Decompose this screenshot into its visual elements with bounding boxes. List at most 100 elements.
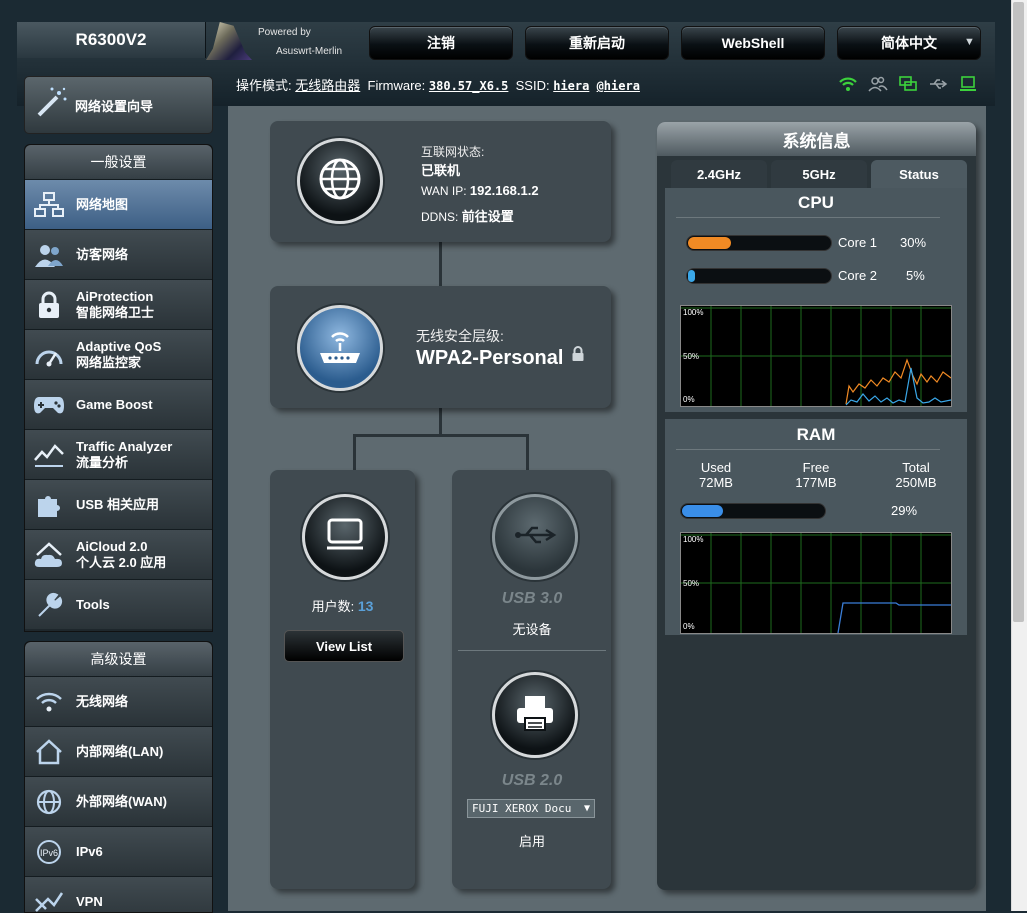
router-button[interactable] [297, 305, 383, 391]
logout-button[interactable]: 注销 [369, 26, 513, 60]
tab-5ghz[interactable]: 5GHz [771, 160, 867, 188]
cpu-usage-graph: 100% 50% 0% [680, 305, 952, 407]
general-settings-menu: 一般设置 网络地图 访客网络 AiProtection智能网络卫士 Adapti… [24, 144, 213, 632]
sidebar-item-guest-network[interactable]: 访客网络 [25, 229, 212, 279]
tab-2-4ghz[interactable]: 2.4GHz [671, 160, 767, 188]
sidebar-item-game-boost[interactable]: Game Boost [25, 379, 212, 429]
connector-line [526, 434, 529, 470]
sidebar-item-ipv6[interactable]: IPv6 IPv6 [25, 826, 212, 876]
wifi-icon [33, 686, 65, 718]
ddns-link[interactable]: 前往设置 [462, 209, 514, 224]
sidebar-item-tools[interactable]: Tools [25, 579, 212, 629]
sidebar-item-label: AiProtection智能网络卫士 [76, 289, 154, 321]
router-icon [315, 323, 365, 374]
graph-label-50: 50% [683, 352, 699, 361]
usb2-button[interactable] [492, 672, 578, 758]
usb2-title: USB 2.0 [452, 772, 612, 790]
clients-button[interactable] [302, 494, 388, 580]
firmware-brand: Asuswrt-Merlin [276, 46, 342, 57]
sidebar-item-traffic-analyzer[interactable]: Traffic Analyzer流量分析 [25, 429, 212, 479]
ssid-label: SSID: [516, 78, 550, 93]
webshell-button[interactable]: WebShell [681, 26, 825, 60]
network-setup-wizard[interactable]: 网络设置向导 [24, 76, 213, 134]
ssid-link-2[interactable]: @hiera [597, 79, 640, 93]
view-list-button[interactable]: View List [284, 630, 404, 662]
graph-label-50: 50% [683, 579, 699, 588]
sidebar-item-usb-apps[interactable]: USB 相关应用 [25, 479, 212, 529]
ram-bar [680, 503, 826, 519]
language-label: 简体中文 [881, 33, 937, 53]
ram-used-value: 72MB [676, 475, 756, 490]
sidebar-item-lan[interactable]: 内部网络(LAN) [25, 726, 212, 776]
ram-title: RAM [665, 425, 967, 445]
sidebar-item-wan[interactable]: 外部网络(WAN) [25, 776, 212, 826]
internet-button[interactable] [297, 138, 383, 224]
ram-free-label: Free [776, 460, 856, 475]
graph-label-100: 100% [683, 535, 703, 544]
usb3-button[interactable] [492, 494, 578, 580]
sidebar-item-wireless[interactable]: 无线网络 [25, 676, 212, 726]
usb2-device-select[interactable]: FUJI XEROX Docu ▼ [467, 799, 595, 818]
printer-status-icon[interactable] [956, 74, 980, 94]
usb3-title: USB 3.0 [452, 590, 612, 608]
home-icon [33, 736, 65, 768]
ram-percent: 29% [891, 503, 917, 518]
ram-total: Total 250MB [876, 460, 956, 490]
magic-wand-icon [35, 85, 69, 124]
firmware-link[interactable]: 380.57_X6.5 [429, 79, 508, 93]
traffic-chart-icon [33, 439, 65, 471]
security-level-label: 无线安全层级: [416, 326, 504, 346]
sidebar-item-label: Adaptive QoS网络监控家 [76, 339, 161, 371]
usb-icon [512, 522, 558, 553]
language-select[interactable]: 简体中文 [837, 26, 981, 60]
sidebar-item-label: VPN [76, 894, 103, 910]
sidebar-item-adaptive-qos[interactable]: Adaptive QoS网络监控家 [25, 329, 212, 379]
sidebar-item-network-map[interactable]: 网络地图 [25, 179, 212, 229]
sidebar-item-label: 访客网络 [76, 247, 128, 263]
wifi-icon[interactable] [836, 74, 860, 94]
ram-free-value: 177MB [776, 475, 856, 490]
core2-bar-fill [688, 270, 695, 282]
monitor-icon [325, 517, 365, 558]
sidebar-item-label: Traffic Analyzer流量分析 [76, 439, 172, 471]
clients-label: 用户数: [312, 599, 355, 614]
ssid-link-1[interactable]: hiera [553, 79, 589, 93]
cpu-graph-canvas [681, 306, 951, 406]
ram-divider [676, 449, 940, 450]
guest-users-icon [33, 239, 65, 271]
mode-link[interactable]: 无线路由器 [295, 78, 360, 93]
sidebar-item-aiprotection[interactable]: AiProtection智能网络卫士 [25, 279, 212, 329]
network-map-icon [33, 189, 65, 221]
ram-free: Free 177MB [776, 460, 856, 490]
wan-ip-value: 192.168.1.2 [470, 183, 539, 198]
sidebar-item-label: 外部网络(WAN) [76, 794, 167, 810]
cpu-divider [676, 217, 940, 218]
wrench-icon [33, 589, 65, 621]
ddns-row: DDNS: 前往设置 [421, 206, 514, 225]
clients-count: 13 [358, 598, 374, 614]
chevron-down-icon: ▼ [964, 36, 975, 48]
graph-label-100: 100% [683, 308, 703, 317]
clients-icon[interactable] [866, 74, 890, 94]
globe-icon [33, 786, 65, 818]
status-icons [836, 74, 980, 94]
usb-status-icon[interactable] [926, 74, 950, 94]
advanced-settings-title: 高级设置 [25, 642, 212, 676]
core2-bar [686, 268, 832, 284]
printer-icon [514, 693, 556, 738]
sidebar-item-label: 无线网络 [76, 694, 128, 710]
network-map-status-icon[interactable] [896, 74, 920, 94]
svg-text:IPv6: IPv6 [40, 848, 58, 858]
sidebar-item-aicloud[interactable]: AiCloud 2.0个人云 2.0 应用 [25, 529, 212, 579]
ram-used: Used 72MB [676, 460, 756, 490]
sidebar-item-vpn[interactable]: VPN [25, 876, 212, 913]
core1-percent: 30% [900, 235, 926, 250]
wan-ip-row: WAN IP: 192.168.1.2 [421, 183, 539, 198]
reboot-button[interactable]: 重新启动 [525, 26, 669, 60]
tab-status[interactable]: Status [871, 160, 967, 188]
status-info-line: 操作模式: 无线路由器 Firmware: 380.57_X6.5 SSID: … [236, 75, 640, 94]
graph-label-0: 0% [683, 395, 695, 404]
core1-bar-fill [688, 237, 731, 249]
firmware-label: Firmware: [368, 78, 426, 93]
browser-scroll-thumb[interactable] [1013, 2, 1024, 622]
